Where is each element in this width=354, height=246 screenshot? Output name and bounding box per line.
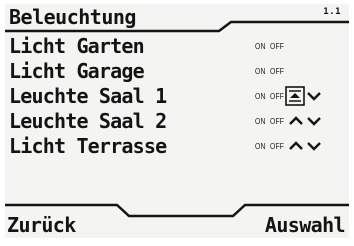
page-title: Beleuchtung <box>9 5 136 29</box>
list-item-label: Licht Garage <box>9 59 145 83</box>
on-label[interactable]: ON <box>255 92 266 102</box>
list-item-label: Leuchte Saal 1 <box>9 84 167 108</box>
off-label[interactable]: OFF <box>270 67 284 77</box>
list-item[interactable]: Licht Terrasse ON OFF <box>5 134 349 158</box>
list-item-label: Leuchte Saal 2 <box>9 109 167 133</box>
list-item[interactable]: Licht Garten ON OFF <box>5 34 349 58</box>
on-label[interactable]: ON <box>255 117 266 127</box>
lcd-screen: Beleuchtung 1.1 Licht Garten ON OFF Lich… <box>5 4 349 238</box>
arrow-up-icon[interactable] <box>288 113 304 129</box>
list-item[interactable]: Leuchte Saal 1 ON OFF <box>5 84 349 108</box>
list-item[interactable]: Licht Garage ON OFF <box>5 59 349 83</box>
list-item[interactable]: Leuchte Saal 2 ON OFF <box>5 109 349 133</box>
off-label[interactable]: OFF <box>270 92 284 102</box>
page-number: 1.1 <box>323 7 341 17</box>
arrow-down-icon[interactable] <box>306 88 322 104</box>
on-label[interactable]: ON <box>255 42 266 52</box>
arrow-up-icon[interactable] <box>288 138 304 154</box>
off-label[interactable]: OFF <box>270 142 284 152</box>
back-softkey[interactable]: Zurück <box>7 213 76 237</box>
list-item-label: Licht Garten <box>9 34 145 58</box>
arrow-down-icon[interactable] <box>306 138 322 154</box>
select-softkey[interactable]: Auswahl <box>265 213 346 237</box>
off-label[interactable]: OFF <box>270 42 284 52</box>
selected-arrow-up-icon[interactable] <box>285 86 305 106</box>
on-label[interactable]: ON <box>255 142 266 152</box>
on-label[interactable]: ON <box>255 67 266 77</box>
off-label[interactable]: OFF <box>270 117 284 127</box>
arrow-down-icon[interactable] <box>306 113 322 129</box>
list-item-label: Licht Terrasse <box>9 134 167 158</box>
